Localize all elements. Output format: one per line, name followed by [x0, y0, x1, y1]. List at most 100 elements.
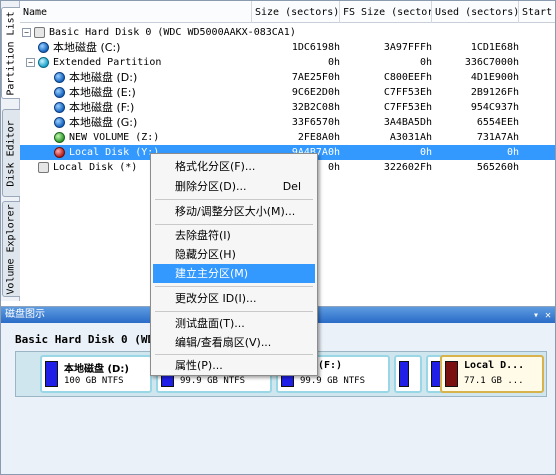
menu-hide[interactable]: 隐藏分区(H)	[153, 245, 315, 264]
context-menu: 格式化分区(F)... 删除分区(D)... Del 移动/调整分区大小(M).…	[150, 153, 318, 376]
column-fs-size[interactable]: FS Size (sectors)	[340, 1, 432, 23]
disk-map-disk-name: Basic Hard Disk 0 (WDC	[15, 333, 161, 346]
menu-set-primary[interactable]: 建立主分区(M)	[153, 264, 315, 283]
row-size: 32B2C08h	[291, 102, 340, 113]
row-used: 0h	[506, 147, 519, 158]
row-fs-size: C800EEFh	[383, 72, 432, 83]
column-start[interactable]: Start	[519, 1, 555, 23]
partition-info: 99.9 GB NTFS	[300, 376, 366, 386]
row-used: 1CD1E68h	[470, 42, 519, 53]
partition-red-icon	[54, 147, 65, 158]
menu-remove-letter[interactable]: 去除盘符(I)	[153, 226, 315, 245]
menu-delete-shortcut: Del	[282, 180, 301, 193]
tab-volume-explorer-label: Volume Explorer	[6, 203, 17, 295]
row-fs-size: A3031Ah	[389, 132, 432, 143]
row-size: 2FE8A0h	[297, 132, 340, 143]
menu-surface-test[interactable]: 测试盘面(T)...	[153, 314, 315, 333]
row-size: 7AE25F0h	[291, 72, 340, 83]
disk-map-partition[interactable]	[394, 355, 422, 393]
partition-info: 99.9 GB NTFS	[180, 376, 246, 386]
tree-row-partition[interactable]: 本地磁盘 (E:) 9C6E2D0h C7FF53Eh 2B9126Fh	[20, 85, 555, 100]
partition-gray-icon	[38, 162, 49, 173]
menu-delete-label: 删除分区(D)...	[175, 180, 247, 193]
partition-info: 100 GB NTFS	[64, 376, 124, 386]
partition-blue-icon	[54, 102, 65, 113]
collapse-icon[interactable]: −	[22, 28, 31, 37]
tab-partition-list-label: Partition List	[5, 10, 17, 96]
row-size: 1DC6198h	[291, 42, 340, 53]
row-size: 9C6E2D0h	[291, 87, 340, 98]
disk-map-partition[interactable]: 本地磁盘 (D:) 100 GB NTFS	[40, 355, 152, 393]
row-used: 565260h	[476, 162, 519, 173]
tree-row-partition[interactable]: NEW VOLUME (Z:) 2FE8A0h A3031Ah 731A7Ah	[20, 130, 555, 145]
row-used: 336C7000h	[464, 57, 519, 68]
tree-row-partition[interactable]: 本地磁盘 (C:) 1DC6198h 3A97FFFh 1CD1E68h	[20, 40, 555, 55]
row-fs-size: C7FF53Eh	[383, 102, 432, 113]
tree-row-partition[interactable]: 本地磁盘 (F:) 32B2C08h C7FF53Eh 954C937h	[20, 100, 555, 115]
collapse-icon[interactable]: −	[26, 58, 35, 67]
row-name: Extended Partition	[53, 57, 162, 68]
menu-separator	[155, 311, 313, 312]
menu-resize[interactable]: 移动/调整分区大小(M)...	[153, 202, 315, 221]
partition-usage-bar	[45, 361, 58, 387]
row-name: Basic Hard Disk 0 (WDC WD5000AAKX-083CA1…	[49, 27, 296, 38]
partition-green-icon	[54, 132, 65, 143]
row-fs-size: 0h	[419, 147, 432, 158]
menu-change-id[interactable]: 更改分区 ID(I)...	[153, 289, 315, 308]
tree-row-partition[interactable]: 本地磁盘 (D:) 7AE25F0h C800EEFh 4D1E900h	[20, 70, 555, 85]
row-fs-size: 3A4BA5Dh	[383, 117, 432, 128]
row-used: 954C937h	[470, 102, 519, 113]
partition-blue-icon	[54, 87, 65, 98]
menu-separator	[155, 199, 313, 200]
menu-properties[interactable]: 属性(P)...	[153, 356, 315, 375]
tree-row-disk[interactable]: − Basic Hard Disk 0 (WDC WD5000AAKX-083C…	[20, 25, 555, 40]
row-name: NEW VOLUME (Z:)	[69, 132, 160, 143]
partition-usage-bar	[399, 361, 409, 387]
menu-edit-sectors[interactable]: 编辑/查看扇区(V)...	[153, 333, 315, 352]
row-name: Local Disk (*)	[53, 162, 138, 173]
tree-row-extended[interactable]: − Extended Partition 0h 0h 336C7000h	[20, 55, 555, 70]
row-used: 731A7Ah	[476, 132, 519, 143]
tree-row-partition[interactable]: 本地磁盘 (G:) 33F6570h 3A4BA5Dh 6554EEh	[20, 115, 555, 130]
column-size[interactable]: Size (sectors)	[252, 1, 340, 23]
partition-label: Local D...	[464, 360, 525, 371]
row-name: 本地磁盘 (E:)	[69, 86, 136, 99]
partition-blue-icon	[54, 117, 65, 128]
menu-separator	[155, 286, 313, 287]
menu-delete[interactable]: 删除分区(D)... Del	[153, 177, 315, 196]
column-name[interactable]: Name	[20, 1, 252, 23]
row-fs-size: 0h	[419, 57, 432, 68]
tab-disk-editor-label: Disk Editor	[6, 119, 18, 187]
row-name: 本地磁盘 (G:)	[69, 116, 138, 129]
partition-usage-bar	[445, 361, 458, 387]
row-used: 2B9126Fh	[470, 87, 519, 98]
menu-separator	[155, 354, 313, 355]
disk-map-title: 磁盘图示	[5, 309, 45, 320]
partition-cyan-icon	[38, 57, 49, 68]
partition-blue-icon	[54, 72, 65, 83]
tab-partition-list[interactable]: Partition List	[1, 7, 20, 99]
hard-disk-icon	[34, 27, 45, 38]
menu-format[interactable]: 格式化分区(F)...	[153, 157, 315, 176]
tab-disk-editor[interactable]: Disk Editor	[2, 109, 20, 197]
row-name: 本地磁盘 (F:)	[69, 101, 135, 114]
partition-label: 本地磁盘 (D:)	[64, 364, 129, 375]
row-name: 本地磁盘 (D:)	[69, 71, 138, 84]
partition-label: (F:)	[318, 360, 343, 371]
row-used: 6554EEh	[476, 117, 519, 128]
row-size: 33F6570h	[291, 117, 340, 128]
row-fs-size: 322602Fh	[383, 162, 432, 173]
partition-info: 77.1 GB ...	[464, 376, 524, 386]
row-name: 本地磁盘 (C:)	[53, 41, 121, 54]
tab-volume-explorer[interactable]: Volume Explorer	[2, 201, 20, 297]
row-fs-size: 3A97FFFh	[383, 42, 432, 53]
pin-icon[interactable]: ▾ ✕	[533, 308, 551, 324]
row-size: 0h	[327, 57, 340, 68]
disk-map-partition-selected[interactable]: Local D... 77.1 GB ...	[440, 355, 544, 393]
partition-blue-icon	[38, 42, 49, 53]
column-used[interactable]: Used (sectors)	[432, 1, 519, 23]
row-fs-size: C7FF53Eh	[383, 87, 432, 98]
menu-separator	[155, 224, 313, 225]
column-header: Name Size (sectors) FS Size (sectors) Us…	[20, 1, 555, 23]
vertical-tab-strip: Partition List Disk Editor Volume Explor…	[1, 1, 20, 301]
